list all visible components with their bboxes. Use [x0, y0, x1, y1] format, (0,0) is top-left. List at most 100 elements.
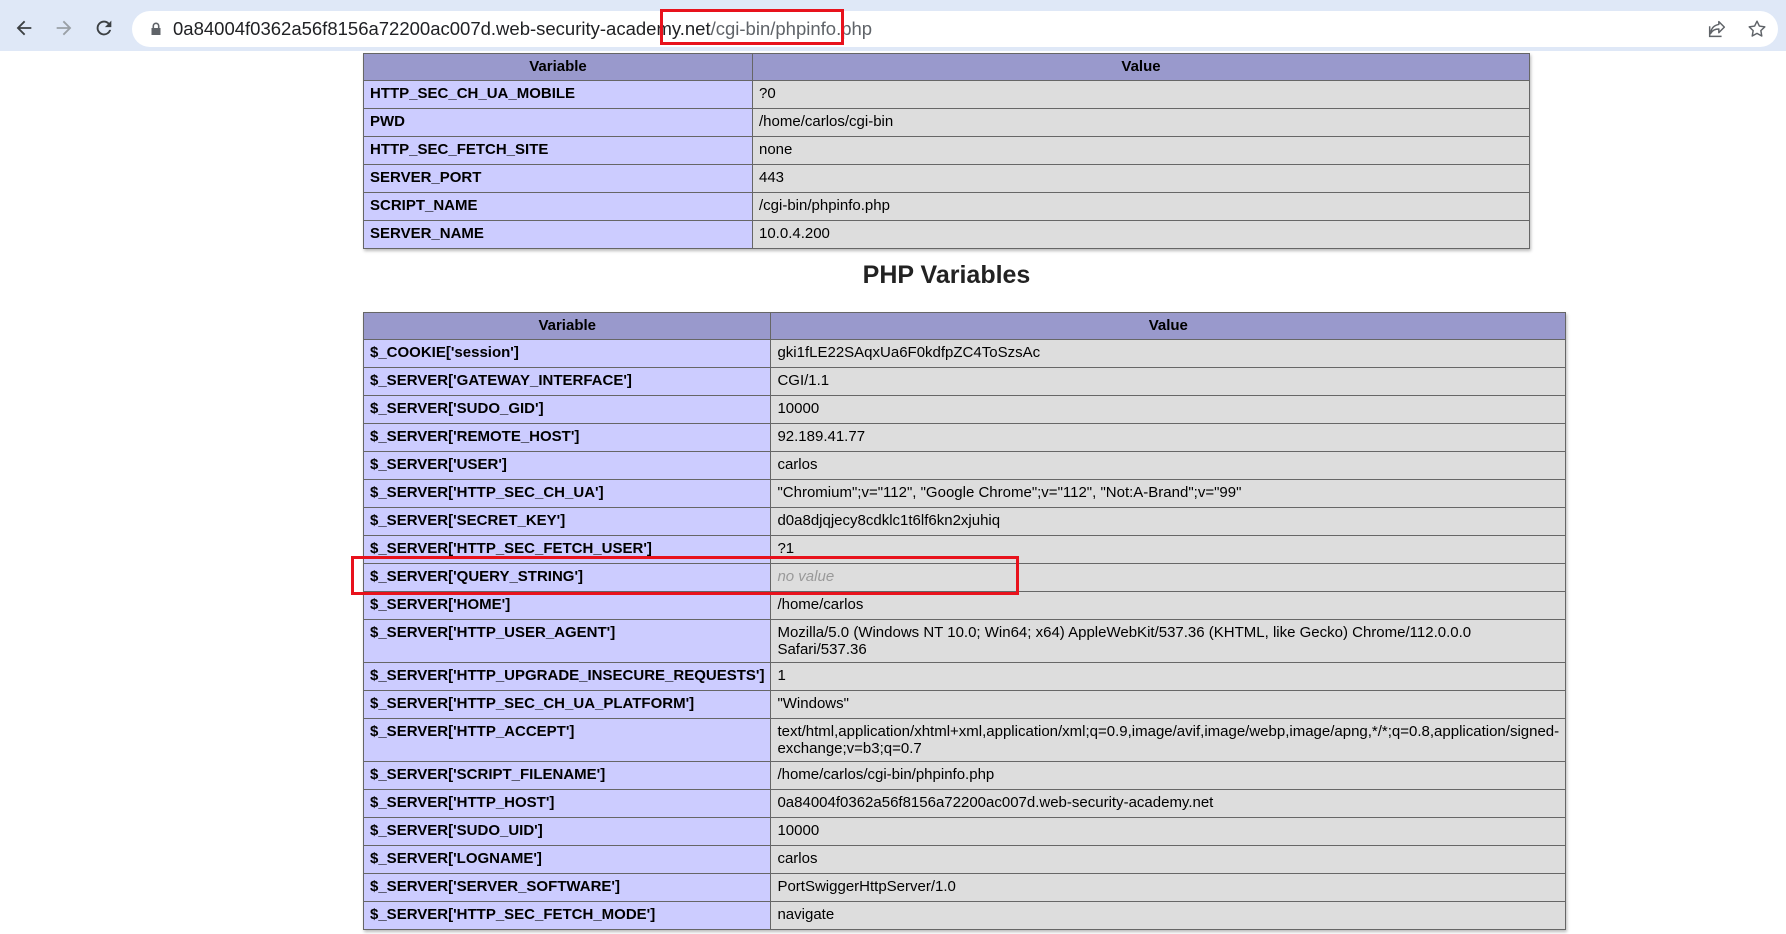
table-row: $_SERVER['HTTP_HOST'] 0a84004f0362a56f815…	[362, 789, 1567, 818]
address-bar[interactable]: 0a84004f0362a56f8156a72200ac007d.web-sec…	[132, 11, 1778, 47]
variable-name-cell: $_SERVER['HTTP_SEC_CH_UA_PLATFORM']	[362, 690, 772, 719]
forward-button[interactable]	[47, 11, 81, 45]
table-row: $_SERVER['SECRET_KEY'] d0a8djqjecy8cdklc1…	[362, 507, 1567, 536]
table-row: $_SERVER['HTTP_SEC_CH_UA_PLATFORM'] "Wind…	[362, 690, 1567, 719]
column-header-variable: Variable	[362, 312, 772, 340]
table-row: $_SERVER['QUERY_STRING'] no value	[362, 563, 1567, 592]
page-content[interactable]: Variable Value HTTP_SEC_CH_UA_MOBILE ?0 PW…	[0, 51, 1786, 934]
table-row: $_SERVER['HTTP_ACCEPT'] text/html,applica…	[362, 718, 1567, 762]
table-row: SCRIPT_NAME/cgi-bin/phpinfo.php	[363, 192, 1530, 221]
reload-button[interactable]	[87, 11, 121, 45]
table-header-row: Variable Value	[363, 53, 1530, 81]
variable-name-cell: $_SERVER['HTTP_SEC_FETCH_MODE']	[362, 901, 772, 930]
forward-arrow-icon	[56, 20, 72, 36]
url-host: 0a84004f0362a56f8156a72200ac007d.web-sec…	[173, 18, 706, 39]
variable-value-cell: /cgi-bin/phpinfo.php	[752, 192, 1530, 221]
table-row: $_SERVER['SERVER_SOFTWARE'] PortSwiggerHt…	[362, 873, 1567, 902]
table-row: $_SERVER['SUDO_GID'] 10000	[362, 395, 1567, 424]
variable-name-cell: $_SERVER['SUDO_GID']	[362, 395, 772, 424]
table-row: $_SERVER['HTTP_SEC_CH_UA'] "Chromium";v="…	[362, 479, 1567, 508]
table-row: $_SERVER['REMOTE_HOST'] 92.189.41.77	[362, 423, 1567, 452]
variable-value-cell: d0a8djqjecy8cdklc1t6lf6kn2xjuhiq	[770, 507, 1567, 536]
variable-value-cell: 443	[752, 164, 1530, 193]
variable-value-cell: /home/carlos/cgi-bin/phpinfo.php	[770, 761, 1567, 790]
variable-name-cell: $_COOKIE['session']	[362, 339, 772, 368]
variable-value-cell: carlos	[770, 845, 1567, 874]
variable-value-cell: 92.189.41.77	[770, 423, 1567, 452]
variable-name-cell: $_SERVER['LOGNAME']	[362, 845, 772, 874]
variable-value-cell: "Chromium";v="112", "Google Chrome";v="1…	[770, 479, 1567, 508]
variable-name-cell: SCRIPT_NAME	[363, 192, 753, 221]
variable-value-cell: /home/carlos/cgi-bin	[752, 108, 1530, 137]
variable-name-cell: $_SERVER['HOME']	[362, 591, 772, 620]
url-path: /cgi-bin/phpinfo.php	[710, 18, 873, 39]
table-row: PWD/home/carlos/cgi-bin	[363, 108, 1530, 137]
php-variables-table: Variable Value $_COOKIE['session'] gki1fL…	[362, 312, 1567, 930]
environment-table: Variable Value HTTP_SEC_CH_UA_MOBILE ?0 PW…	[363, 53, 1530, 249]
variable-value-cell: Mozilla/5.0 (Windows NT 10.0; Win64; x64…	[770, 619, 1567, 663]
table-row: $_SERVER['LOGNAME'] carlos	[362, 845, 1567, 874]
bookmark-button[interactable]	[1746, 18, 1768, 40]
back-arrow-icon	[16, 20, 32, 36]
table-row: $_SERVER['SUDO_UID'] 10000	[362, 817, 1567, 846]
table-row: $_SERVER['GATEWAY_INTERFACE'] CGI/1.1	[362, 367, 1567, 396]
variable-name-cell: $_SERVER['HTTP_SEC_CH_UA']	[362, 479, 772, 508]
share-button[interactable]	[1706, 18, 1728, 40]
table-row: HTTP_SEC_CH_UA_MOBILE ?0	[363, 80, 1530, 109]
table-row: $_SERVER['HTTP_SEC_FETCH_MODE'] navigate	[362, 901, 1567, 930]
variable-value-cell: text/html,application/xhtml+xml,applicat…	[770, 718, 1567, 762]
no-value-text: no value	[777, 568, 835, 585]
variable-name-cell: HTTP_SEC_FETCH_SITE	[363, 136, 753, 165]
variable-name-cell: $_SERVER['HTTP_HOST']	[362, 789, 772, 818]
variable-name-cell: $_SERVER['SUDO_UID']	[362, 817, 772, 846]
variable-name-cell: $_SERVER['HTTP_USER_AGENT']	[362, 619, 772, 663]
variable-value-cell: "Windows"	[770, 690, 1567, 719]
variable-name-cell: $_SERVER['HTTP_SEC_FETCH_USER']	[362, 535, 772, 564]
table-row: SERVER_NAME 10.0.4.200	[363, 220, 1530, 249]
url-text[interactable]: 0a84004f0362a56f8156a72200ac007d.web-sec…	[173, 11, 872, 47]
share-icon	[1708, 20, 1726, 38]
back-button[interactable]	[7, 11, 41, 45]
variable-value-cell: 1	[770, 662, 1567, 691]
table-row: $_SERVER['HTTP_UPGRADE_INSECURE_REQUESTS…	[362, 662, 1567, 691]
table-row: $_SERVER['SCRIPT_FILENAME']/home/carlos/…	[362, 761, 1567, 790]
table-header-row: Variable Value	[362, 312, 1567, 340]
variable-name-cell: $_SERVER['SECRET_KEY']	[362, 507, 772, 536]
variable-value-cell: carlos	[770, 451, 1567, 480]
bookmark-star-icon	[1748, 20, 1766, 37]
table-row: $_SERVER['HTTP_USER_AGENT'] Mozilla/5.0 (…	[362, 619, 1567, 663]
column-header-value: Value	[752, 53, 1530, 81]
variable-name-cell: $_SERVER['HTTP_UPGRADE_INSECURE_REQUESTS…	[362, 662, 772, 691]
variable-name-cell: HTTP_SEC_CH_UA_MOBILE	[363, 80, 753, 109]
php-variables-heading: PHP Variables	[862, 261, 1031, 289]
variable-value-cell: none	[752, 136, 1530, 165]
variable-value-cell: 0a84004f0362a56f8156a72200ac007d.web-sec…	[770, 789, 1567, 818]
table-row: SERVER_PORT 443	[363, 164, 1530, 193]
variable-name-cell: SERVER_NAME	[363, 220, 753, 249]
lock-icon[interactable]	[148, 21, 164, 37]
column-header-variable: Variable	[363, 53, 753, 81]
variable-value-cell: CGI/1.1	[770, 367, 1567, 396]
variable-value-cell: gki1fLE22SAqxUa6F0kdfpZC4ToSzsAc	[770, 339, 1567, 368]
table-row: $_SERVER['HOME']/home/carlos	[362, 591, 1567, 620]
column-header-value: Value	[770, 312, 1567, 340]
variable-name-cell: $_SERVER['GATEWAY_INTERFACE']	[362, 367, 772, 396]
variable-value-cell: 10.0.4.200	[752, 220, 1530, 249]
environment-table-body: HTTP_SEC_CH_UA_MOBILE ?0 PWD/home/carlos/c…	[363, 80, 1530, 249]
variable-name-cell: SERVER_PORT	[363, 164, 753, 193]
variable-name-cell: $_SERVER['QUERY_STRING']	[362, 563, 772, 592]
variable-value-cell: 10000	[770, 395, 1567, 424]
table-row: $_SERVER['HTTP_SEC_FETCH_USER'] ?1	[362, 535, 1567, 564]
variable-value-cell: ?0	[752, 80, 1530, 109]
variable-value-cell: navigate	[770, 901, 1567, 930]
table-row: $_COOKIE['session'] gki1fLE22SAqxUa6F0kdf…	[362, 339, 1567, 368]
variable-name-cell: $_SERVER['REMOTE_HOST']	[362, 423, 772, 452]
browser-toolbar: 0a84004f0362a56f8156a72200ac007d.web-sec…	[0, 5, 1786, 51]
php-variables-table-body: $_COOKIE['session'] gki1fLE22SAqxUa6F0kdf…	[362, 339, 1567, 930]
variable-value-cell: no value	[770, 563, 1567, 592]
variable-name-cell: $_SERVER['SCRIPT_FILENAME']	[362, 761, 772, 790]
variable-name-cell: $_SERVER['USER']	[362, 451, 772, 480]
table-row: HTTP_SEC_FETCH_SITE none	[363, 136, 1530, 165]
variable-name-cell: PWD	[363, 108, 753, 137]
variable-value-cell: /home/carlos	[770, 591, 1567, 620]
